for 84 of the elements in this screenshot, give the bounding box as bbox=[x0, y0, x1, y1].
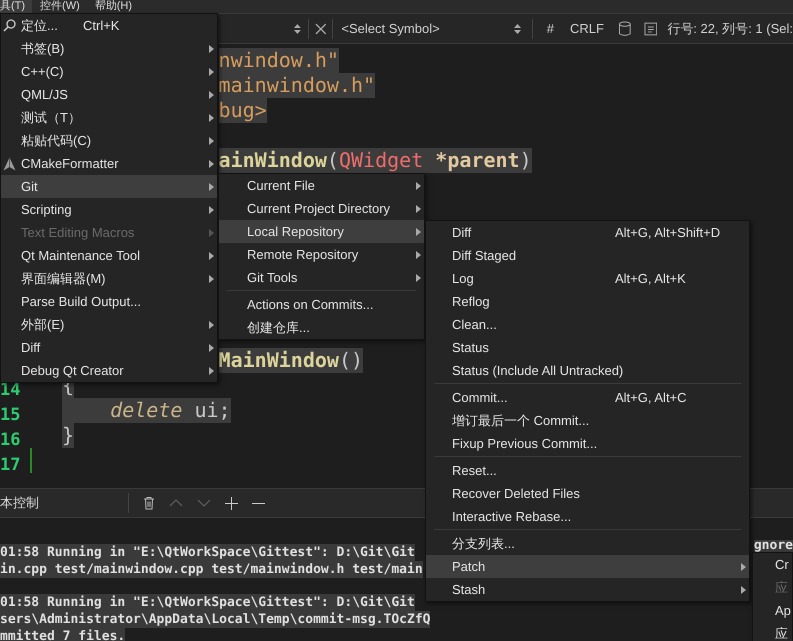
menu-item[interactable]: 分支列表... bbox=[426, 532, 749, 555]
menu-item[interactable]: 界面编辑器(M) bbox=[1, 267, 217, 290]
menu-item[interactable]: Diff Staged bbox=[426, 244, 749, 267]
symbol-dropdown[interactable]: <Select Symbol> bbox=[339, 21, 526, 36]
menu-item[interactable]: Stash bbox=[426, 578, 749, 601]
menu-item[interactable]: Reflog bbox=[426, 290, 749, 313]
submenu-arrow-icon bbox=[416, 274, 421, 282]
menu-bar-item[interactable]: 控件(W) bbox=[32, 0, 87, 13]
line-number: 14 bbox=[0, 380, 22, 400]
menu-item[interactable]: 增订最后一个 Commit... bbox=[426, 409, 749, 432]
panel-title: 本控制 bbox=[0, 493, 129, 513]
submenu-arrow-icon bbox=[209, 45, 214, 53]
menu-item[interactable]: Fixup Previous Commit... bbox=[426, 432, 749, 455]
submenu-arrow-icon bbox=[416, 228, 421, 236]
indent-button[interactable]: # bbox=[538, 21, 562, 36]
database-icon[interactable] bbox=[618, 20, 632, 36]
submenu-arrow-icon bbox=[209, 367, 214, 375]
submenu-arrow-icon bbox=[416, 205, 421, 213]
line-ending-button[interactable]: CRLF bbox=[562, 21, 612, 36]
menu-item[interactable]: CMakeFormatter bbox=[1, 152, 217, 175]
menu-item[interactable]: Scripting bbox=[1, 198, 217, 221]
menu-item[interactable]: Current Project Directory bbox=[219, 197, 424, 220]
submenu-arrow-icon bbox=[209, 206, 214, 214]
up-chevron-icon[interactable] bbox=[169, 499, 183, 507]
submenu-arrow-icon bbox=[741, 563, 746, 571]
menu-item[interactable]: Parse Build Output... bbox=[1, 290, 217, 313]
submenu-arrow-icon bbox=[209, 160, 214, 168]
submenu-arrow-icon bbox=[209, 344, 214, 352]
submenu-arrow-icon bbox=[416, 182, 421, 190]
up-down-arrows-icon bbox=[512, 22, 522, 34]
submenu-arrow-icon bbox=[209, 229, 214, 237]
submenu-arrow-icon bbox=[209, 183, 214, 191]
menu-item[interactable]: 粘贴代码(C) bbox=[1, 129, 217, 152]
menu-bar-item[interactable]: 具(T) bbox=[0, 0, 32, 13]
menu-item[interactable]: QML/JS bbox=[1, 83, 217, 106]
menu-item[interactable]: Clean... bbox=[426, 313, 749, 336]
search-icon bbox=[3, 19, 16, 32]
submenu-arrow-icon bbox=[209, 137, 214, 145]
menu-item[interactable]: Status bbox=[426, 336, 749, 359]
menu-item[interactable]: 外部(E) bbox=[1, 313, 217, 336]
submenu-arrow-icon bbox=[209, 68, 214, 76]
menu-item[interactable]: Cr bbox=[753, 553, 792, 576]
menu-item[interactable]: Qt Maintenance Tool bbox=[1, 244, 217, 267]
menu-item[interactable]: Diff Alt+G, Alt+Shift+D bbox=[426, 221, 749, 244]
menu-item[interactable]: Reset... bbox=[426, 459, 749, 482]
menu-item[interactable]: Status (Include All Untracked) bbox=[426, 359, 749, 382]
menu-item[interactable]: Interactive Rebase... bbox=[426, 505, 749, 528]
menu-item[interactable]: Git bbox=[1, 175, 217, 198]
menu-item[interactable]: 测试（T） bbox=[1, 106, 217, 129]
menu-item[interactable]: 定位... Ctrl+K bbox=[1, 14, 217, 37]
line-number: 16 bbox=[0, 430, 22, 450]
menu-item[interactable]: Commit... Alt+G, Alt+C bbox=[426, 386, 749, 409]
menu-item[interactable]: Diff bbox=[1, 336, 217, 359]
menu-item[interactable]: Recover Deleted Files bbox=[426, 482, 749, 505]
document-icon[interactable] bbox=[644, 22, 658, 36]
line-number: 17 bbox=[0, 454, 22, 474]
menu-item[interactable]: Patch bbox=[426, 555, 749, 578]
plus-icon[interactable] bbox=[225, 496, 238, 510]
close-icon[interactable] bbox=[314, 22, 326, 34]
triangle-logo-icon bbox=[3, 157, 16, 171]
menu-item[interactable]: 创建仓库... bbox=[219, 316, 424, 339]
menu-item[interactable]: Local Repository bbox=[219, 220, 424, 243]
menu-item[interactable]: Remote Repository bbox=[219, 243, 424, 266]
menu-item[interactable]: Ap bbox=[753, 599, 792, 622]
submenu-arrow-icon bbox=[209, 252, 214, 260]
submenu-arrow-icon bbox=[416, 251, 421, 259]
menu-item[interactable]: Current File bbox=[219, 174, 424, 197]
trash-icon[interactable] bbox=[143, 496, 155, 510]
submenu-arrow-icon bbox=[209, 321, 214, 329]
line-number: 15 bbox=[0, 404, 22, 424]
menu-item[interactable]: Actions on Commits... bbox=[219, 293, 424, 316]
menu-item[interactable]: Git Tools bbox=[219, 266, 424, 289]
submenu-arrow-icon bbox=[209, 114, 214, 122]
menu-item[interactable]: 书签(B) bbox=[1, 37, 217, 60]
menu-item[interactable]: 应 bbox=[753, 622, 792, 641]
up-down-arrows-icon bbox=[293, 22, 302, 34]
menu-item[interactable]: Log Alt+G, Alt+K bbox=[426, 267, 749, 290]
submenu-arrow-icon bbox=[209, 91, 214, 99]
cursor-position[interactable]: 行号: 22, 列号: 1 (Sel: bbox=[667, 20, 793, 38]
menu-bar-item[interactable]: 帮助(H) bbox=[86, 0, 140, 13]
menu-item[interactable]: C++(C) bbox=[1, 60, 217, 83]
submenu-arrow-icon bbox=[741, 586, 746, 594]
down-chevron-icon[interactable] bbox=[197, 499, 211, 507]
submenu-arrow-icon bbox=[209, 275, 214, 283]
